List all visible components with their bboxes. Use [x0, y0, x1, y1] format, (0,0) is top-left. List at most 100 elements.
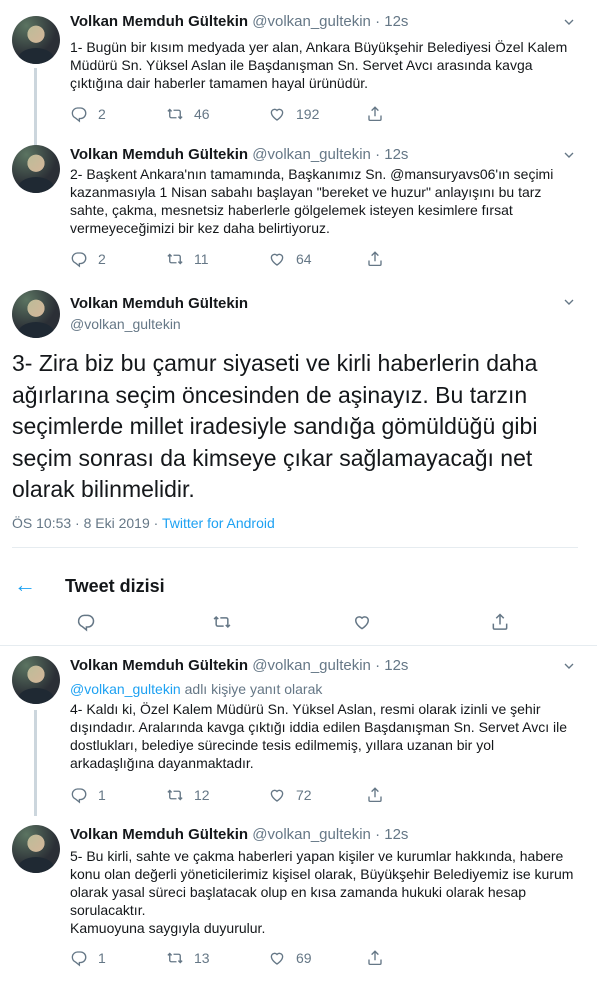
main-author-handle[interactable]: @volkan_gultekin [70, 316, 181, 332]
share-icon [366, 786, 384, 804]
retweet-icon [166, 786, 184, 804]
back-arrow-icon[interactable]: ← [14, 572, 36, 598]
tweet-time[interactable]: 12s [384, 146, 408, 163]
share-icon [366, 949, 384, 967]
reply-count: 1 [98, 950, 106, 966]
like-button[interactable]: 64 [268, 250, 312, 268]
thread-connector [34, 68, 37, 146]
retweet-button[interactable]: 11 [166, 250, 209, 268]
retweet-icon [166, 949, 184, 967]
retweet-count: 46 [194, 106, 210, 122]
author-handle[interactable]: @volkan_gultekin [252, 13, 371, 30]
reply-icon [70, 949, 88, 967]
author-handle[interactable]: @volkan_gultekin [252, 657, 371, 674]
retweet-button[interactable]: 12 [166, 786, 210, 804]
thread-connector [34, 710, 37, 816]
retweet-button[interactable]: 46 [166, 105, 210, 123]
avatar[interactable] [12, 656, 60, 704]
divider [12, 547, 578, 548]
tweet-meta: ÖS 10:53 · 8 Eki 2019 · Twitter for Andr… [12, 515, 275, 531]
like-count: 69 [296, 950, 312, 966]
tweet-actions: 1 13 69 [70, 949, 450, 969]
reply-button[interactable]: 1 [70, 786, 106, 804]
author-name[interactable]: Volkan Memduh Gültekin [70, 657, 248, 674]
reply-button[interactable]: 2 [70, 105, 106, 123]
thread-tweet[interactable]: Volkan Memduh Gültekin @volkan_gultekin … [0, 12, 597, 146]
reply-icon[interactable] [76, 612, 96, 632]
retweet-icon [166, 105, 184, 123]
tweet-header: Volkan Memduh Gültekin @volkan_gultekin … [70, 656, 408, 676]
tweet-text: 5- Bu kirli, sahte ve çakma haberleri ya… [70, 848, 574, 936]
main-author-name[interactable]: Volkan Memduh Gültekin [70, 295, 248, 312]
like-count: 72 [296, 787, 312, 803]
like-count: 192 [296, 106, 320, 122]
reply-count: 2 [98, 106, 106, 122]
retweet-button[interactable]: 13 [166, 949, 210, 967]
avatar[interactable] [12, 290, 60, 338]
separator-dot: · [375, 13, 381, 30]
chevron-down-icon[interactable] [561, 14, 577, 30]
tweet-text: 4- Kaldı ki, Özel Kalem Müdürü Sn. Yükse… [70, 701, 568, 771]
share-icon [366, 250, 384, 268]
retweet-icon [166, 250, 184, 268]
share-button[interactable] [366, 949, 384, 967]
tweet-timestamp[interactable]: ÖS 10:53 · 8 Eki 2019 · [12, 515, 162, 531]
thread-title: Tweet dizisi [65, 576, 165, 596]
like-count: 64 [296, 251, 312, 267]
reply-button[interactable]: 2 [70, 250, 106, 268]
reply-context: @volkan_gultekin adlı kişiye yanıt olara… [70, 680, 322, 698]
heart-icon [268, 250, 286, 268]
tweet-source-link[interactable]: Twitter for Android [162, 515, 275, 531]
retweet-icon[interactable] [212, 612, 232, 632]
reply-icon [70, 250, 88, 268]
author-handle[interactable]: @volkan_gultekin [252, 146, 371, 163]
chevron-down-icon[interactable] [561, 658, 577, 674]
chevron-down-icon[interactable] [561, 294, 577, 310]
reply-to-handle[interactable]: @volkan_gultekin [70, 681, 181, 697]
separator-dot: · [375, 657, 381, 674]
thread-tweet[interactable]: Volkan Memduh Gültekin @volkan_gultekin … [0, 825, 597, 975]
avatar[interactable] [12, 16, 60, 64]
tweet-actions: 2 46 192 [70, 105, 450, 125]
like-button[interactable]: 192 [268, 105, 319, 123]
separator-dot: · [375, 826, 381, 843]
tweet-header: Volkan Memduh Gültekin @volkan_gultekin … [70, 825, 408, 845]
avatar[interactable] [12, 825, 60, 873]
reply-icon [70, 105, 88, 123]
retweet-count: 11 [194, 251, 209, 267]
author-name[interactable]: Volkan Memduh Gültekin [70, 146, 248, 163]
share-button[interactable] [366, 105, 384, 123]
heart-icon [268, 105, 286, 123]
tweet-header: Volkan Memduh Gültekin @volkan_gultekin … [70, 145, 408, 165]
tweet-text: 1- Bugün bir kısım medyada yer alan, Ank… [70, 39, 568, 91]
thread-header: ← Tweet dizisi [0, 560, 597, 612]
like-button[interactable]: 69 [268, 949, 312, 967]
tweet-header: Volkan Memduh Gültekin @volkan_gultekin … [70, 12, 408, 32]
heart-icon [268, 949, 286, 967]
share-button[interactable] [366, 786, 384, 804]
retweet-count: 13 [194, 950, 210, 966]
like-button[interactable]: 72 [268, 786, 312, 804]
share-button[interactable] [366, 250, 384, 268]
thread-tweet[interactable]: Volkan Memduh Gültekin @volkan_gultekin … [0, 656, 597, 816]
tweet-time[interactable]: 12s [384, 13, 408, 30]
share-icon[interactable] [490, 612, 510, 632]
tweet-time[interactable]: 12s [384, 826, 408, 843]
author-name[interactable]: Volkan Memduh Gültekin [70, 13, 248, 30]
author-handle[interactable]: @volkan_gultekin [252, 826, 371, 843]
avatar[interactable] [12, 145, 60, 193]
main-tweet-actions [0, 612, 597, 636]
thread-tweet[interactable]: Volkan Memduh Gültekin @volkan_gultekin … [0, 145, 597, 275]
main-tweet-text: 3- Zira biz bu çamur siyaseti ve kirli h… [12, 350, 538, 502]
reply-button[interactable]: 1 [70, 949, 106, 967]
tweet-actions: 1 12 72 [70, 786, 450, 806]
tweet-time[interactable]: 12s [384, 657, 408, 674]
heart-icon [268, 786, 286, 804]
chevron-down-icon[interactable] [561, 147, 577, 163]
tweet-actions: 2 11 64 [70, 250, 450, 270]
heart-icon[interactable] [352, 612, 372, 632]
author-name[interactable]: Volkan Memduh Gültekin [70, 826, 248, 843]
retweet-count: 12 [194, 787, 210, 803]
reply-to-suffix: adlı kişiye yanıt olarak [180, 681, 323, 697]
reply-icon [70, 786, 88, 804]
